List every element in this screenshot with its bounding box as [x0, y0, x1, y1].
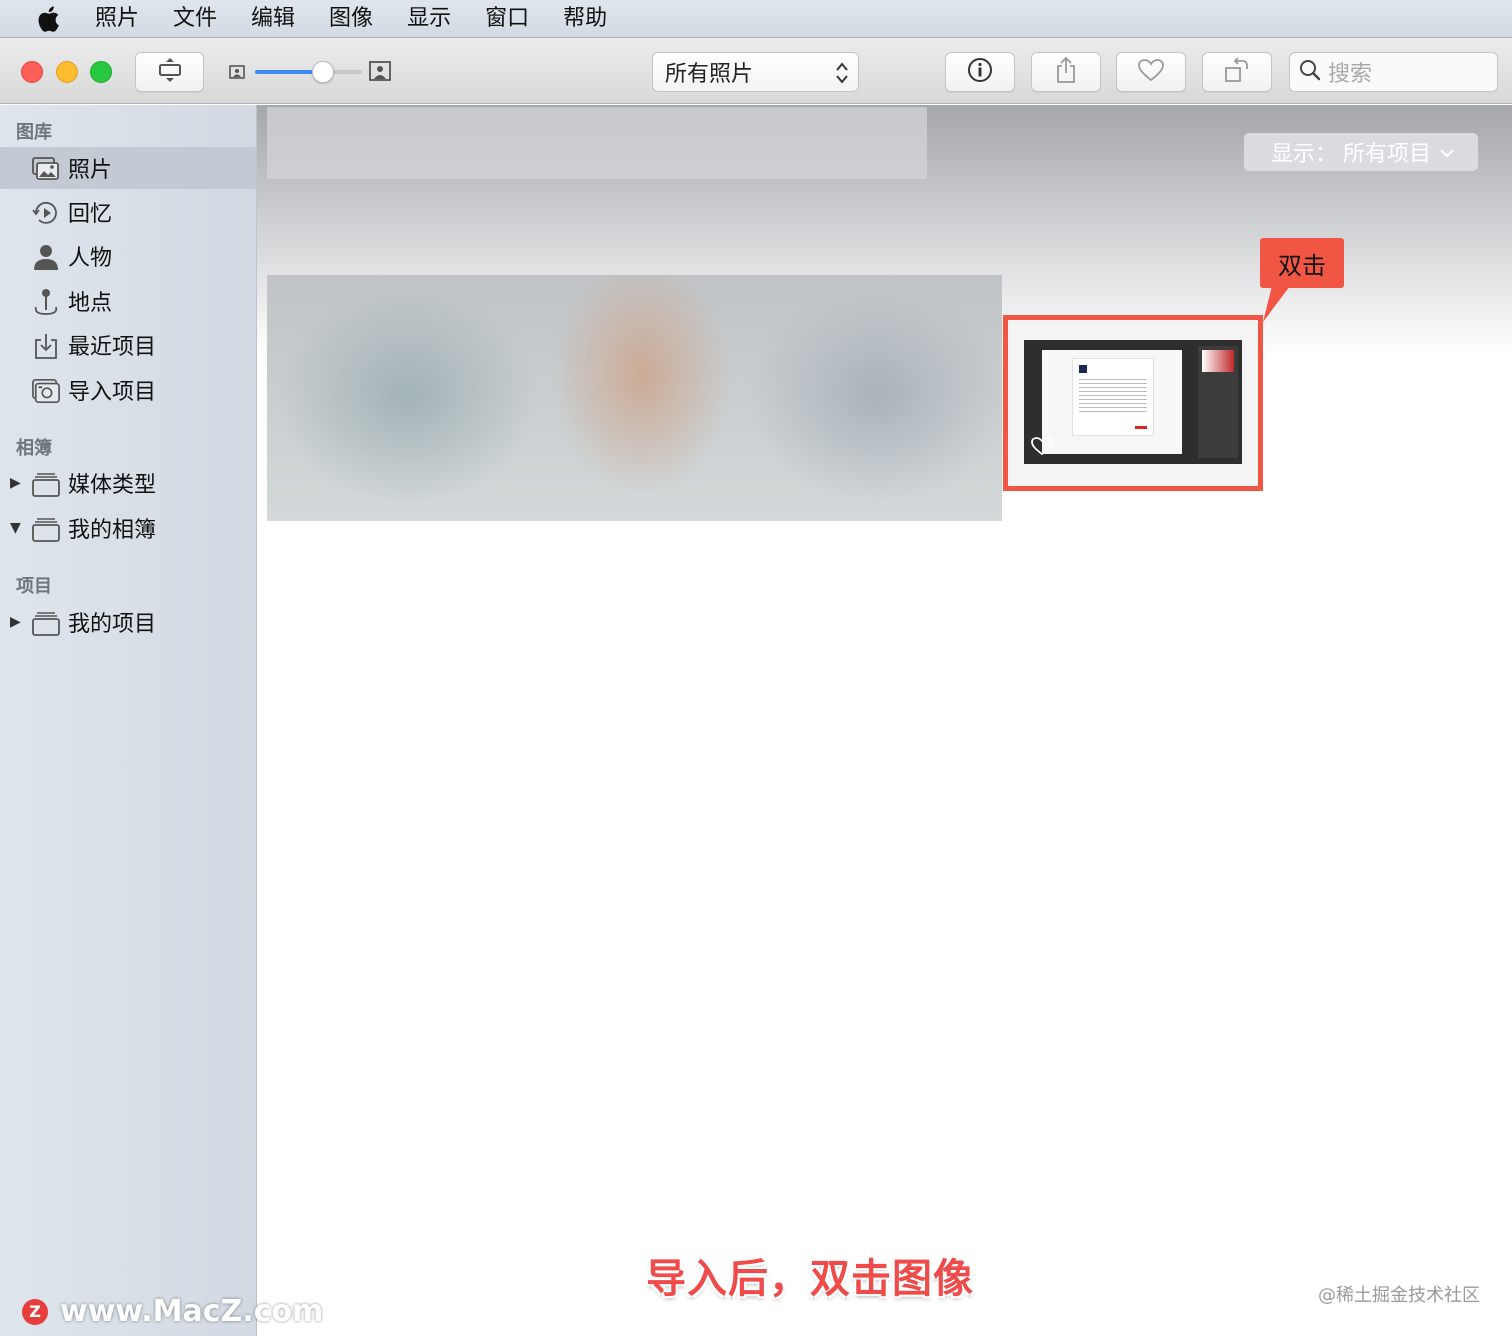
- sidebar-item-media-types[interactable]: ▶ 媒体类型: [0, 462, 256, 504]
- macz-watermark-text: www.MacZ.com: [60, 1294, 324, 1329]
- album-popup-value: 所有照片: [665, 62, 754, 87]
- thumbnail-document-area: [1042, 350, 1182, 454]
- double-click-callout: 双击: [1260, 238, 1344, 288]
- menu-edit[interactable]: 编辑: [251, 0, 295, 38]
- sidebar-item-imports[interactable]: 导入项目: [0, 369, 256, 411]
- up-down-chevron-icon: [834, 59, 850, 93]
- search-icon: [1298, 58, 1322, 86]
- blurred-title-area: [267, 107, 927, 179]
- favorite-heart-icon[interactable]: [1030, 436, 1054, 460]
- sidebar-item-places[interactable]: 地点: [0, 280, 256, 322]
- close-window-button[interactable]: [21, 61, 43, 83]
- menu-view[interactable]: 显示: [407, 0, 451, 38]
- disclosure-down-icon[interactable]: ▼: [10, 520, 21, 536]
- memories-icon: [32, 199, 60, 227]
- album-stack-icon: [32, 515, 60, 543]
- rotate-icon: [1223, 56, 1251, 88]
- import-tray-icon: [32, 332, 60, 360]
- chevron-down-icon: [1439, 140, 1455, 165]
- window-resize-icon: [157, 57, 183, 87]
- zoom-window-button[interactable]: [90, 61, 112, 83]
- menu-file[interactable]: 文件: [173, 0, 217, 38]
- sidebar-item-recent[interactable]: 最近项目: [0, 324, 256, 366]
- photo-grid-area: 显示： 所有项目 双击: [257, 105, 1512, 1336]
- search-placeholder: 搜索: [1328, 62, 1373, 87]
- menu-bar: 照片 文件 编辑 图像 显示 窗口 帮助: [0, 0, 1512, 38]
- show-filter-value: 所有项目: [1343, 142, 1432, 167]
- favorite-button[interactable]: [1116, 52, 1186, 92]
- sidebar-item-my-albums[interactable]: ▼ 我的相簿: [0, 507, 256, 549]
- menu-help[interactable]: 帮助: [563, 0, 607, 38]
- share-icon: [1054, 56, 1078, 88]
- menu-photos[interactable]: 照片: [95, 0, 139, 38]
- info-button[interactable]: [945, 52, 1015, 92]
- sidebar: 图库 照片 回忆 人物 地点 最近项目 导入项目 相簿 ▶ 媒体类型 ▼ 我的相…: [0, 105, 257, 1336]
- sidebar-item-label: 我的相簿: [68, 518, 157, 543]
- sidebar-item-my-projects[interactable]: ▶ 我的项目: [0, 601, 256, 643]
- rotate-button[interactable]: [1202, 52, 1272, 92]
- albums-header: 相簿: [16, 438, 52, 459]
- zoom-slider-knob[interactable]: [312, 61, 334, 83]
- minimize-window-button[interactable]: [56, 61, 78, 83]
- camera-icon: [32, 377, 60, 405]
- sidebar-item-label: 地点: [68, 291, 113, 316]
- show-filter-button[interactable]: 显示： 所有项目: [1244, 133, 1478, 171]
- blurred-photo-strip[interactable]: [267, 275, 1002, 521]
- video-subtitle: 导入后，双击图像: [646, 1256, 974, 1302]
- callout-pointer: [1260, 286, 1300, 330]
- large-photo-icon[interactable]: [369, 61, 391, 85]
- sidebar-item-label: 照片: [68, 158, 113, 183]
- macz-logo-icon: Z: [22, 1298, 48, 1325]
- thumbnail-color-swatch: [1202, 350, 1234, 372]
- album-stack-icon: [32, 609, 60, 637]
- album-stack-icon: [32, 470, 60, 498]
- sidebar-item-photos[interactable]: 照片: [0, 147, 256, 189]
- sidebar-item-label: 最近项目: [68, 335, 157, 360]
- show-filter-prefix: 显示：: [1271, 142, 1338, 167]
- disclosure-right-icon[interactable]: ▶: [10, 614, 21, 630]
- juejin-watermark: @稀土掘金技术社区: [1318, 1285, 1480, 1306]
- disclosure-right-icon[interactable]: ▶: [10, 475, 21, 491]
- person-icon: [32, 243, 60, 271]
- photos-icon: [32, 155, 60, 183]
- thumbnail-dialog-card: [1072, 358, 1154, 436]
- menu-window[interactable]: 窗口: [485, 0, 529, 38]
- sidebar-item-label: 导入项目: [68, 380, 157, 405]
- sidebar-item-label: 我的项目: [68, 612, 157, 637]
- info-icon: [967, 57, 993, 87]
- sidebar-item-label: 媒体类型: [68, 473, 157, 498]
- pin-icon: [32, 288, 60, 316]
- projects-header: 项目: [16, 576, 52, 597]
- macz-watermark: Z www.MacZ.com: [22, 1294, 323, 1329]
- sidebar-item-label: 人物: [68, 246, 113, 271]
- photoshop-screenshot-thumbnail: [1024, 340, 1242, 464]
- apple-menu-icon[interactable]: [34, 5, 62, 33]
- menu-image[interactable]: 图像: [329, 0, 373, 38]
- heart-icon: [1137, 58, 1165, 86]
- search-field[interactable]: 搜索: [1289, 52, 1498, 92]
- sidebar-item-label: 回忆: [68, 202, 113, 227]
- small-photo-icon[interactable]: [229, 64, 245, 83]
- sidebar-item-people[interactable]: 人物: [0, 235, 256, 277]
- library-header: 图库: [16, 122, 52, 143]
- window-resize-button[interactable]: [135, 52, 204, 92]
- share-button[interactable]: [1031, 52, 1101, 92]
- sidebar-item-memories[interactable]: 回忆: [0, 191, 256, 233]
- photo-thumbnail-highlighted[interactable]: [1003, 315, 1263, 491]
- album-popup[interactable]: 所有照片: [652, 52, 859, 92]
